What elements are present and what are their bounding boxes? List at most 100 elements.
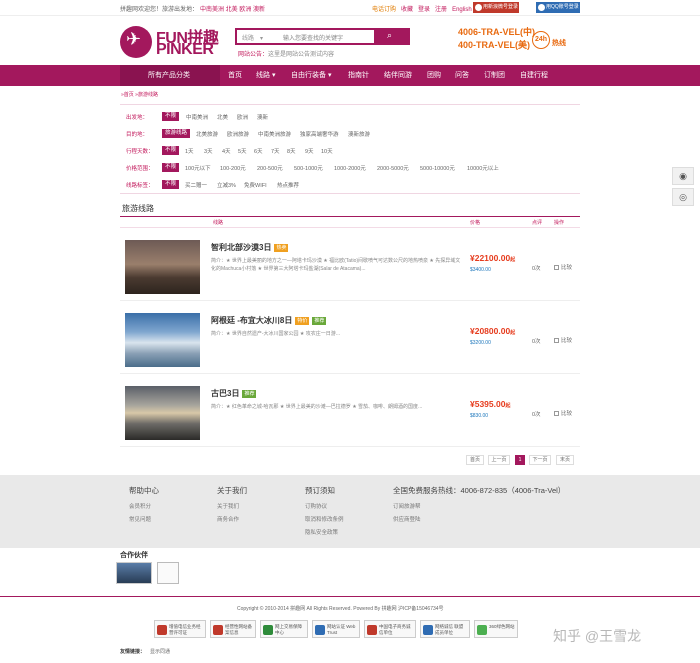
filter-option[interactable]: 5000-10000元 [420,164,455,172]
filter-option[interactable]: 100元以下 [185,164,211,172]
badge-icon [213,625,223,635]
pager-prev[interactable]: 上一页 [488,455,510,465]
record-badge[interactable]: 经营性网站备案信息 [210,620,256,638]
pager-first[interactable]: 首页 [466,455,484,465]
compare-checkbox[interactable]: 比较 [554,263,572,271]
qq-login-button[interactable]: 用QQ账号登录 [536,2,580,13]
filter-option[interactable]: 中南美洲 [186,113,208,121]
search-category-select[interactable]: 线路 [242,33,263,42]
filter-option[interactable]: 北美旅游 [196,130,218,138]
login-link[interactable]: 登录 [418,7,430,13]
wechat-share-icon[interactable]: ◉ [672,167,694,185]
filter-option[interactable]: 2000-5000元 [377,164,409,172]
weibo-login-button[interactable]: 用新浪微号登录 [473,2,519,13]
trip-title[interactable]: 智利北部沙漠3日 热卖 [211,242,289,253]
filter-option[interactable]: 北美 [217,113,228,121]
integrity-badge[interactable]: 网络诚信 联盟成员单位 [420,620,470,638]
pager-current[interactable]: 1 [515,455,525,465]
filter-option[interactable]: 7天 [271,147,280,155]
partner-logo[interactable] [157,562,179,584]
filter-selected[interactable]: 旅游线路 [162,129,191,138]
footer-link[interactable]: 常见问题 [129,514,159,527]
filter-option[interactable]: 1000-2000元 [334,164,366,172]
filter-option[interactable]: 500-1000元 [294,164,323,172]
filter-option[interactable]: 1天 [185,147,194,155]
nav-companion[interactable]: 结伴同游 [384,65,412,86]
nav-compass[interactable]: 指南针 [348,65,369,86]
ecommerce-badge[interactable]: 中国电子商务诚信单位 [364,620,416,638]
badge-label: 网站认证 Web Trust [327,624,356,635]
license-badge[interactable]: 增值电信业务经营许可证 [154,620,206,638]
pager-next[interactable]: 下一页 [529,455,551,465]
compare-checkbox[interactable]: 比较 [554,336,572,344]
filter-selected[interactable]: 不限 [162,163,180,172]
filter-option[interactable]: 中南美洲旅游 [258,130,291,138]
weibo-share-icon[interactable]: ◎ [672,188,694,206]
badge-icon [367,625,377,635]
filter-option[interactable]: 200-500元 [257,164,283,172]
trip-photo[interactable] [125,386,200,440]
green-site-badge[interactable]: 360绿色网站 [474,620,518,638]
trip-name: 古巴3日 [211,389,240,398]
filter-selected[interactable]: 不限 [162,112,180,121]
filter-option[interactable]: 10000元以上 [467,164,499,172]
phone-order-link[interactable]: 电话订购 [372,7,396,13]
partner-logo[interactable] [116,562,152,584]
nav-self-itinerary[interactable]: 自建行程 [520,65,548,86]
filter-option[interactable]: 欧洲 [237,113,248,121]
filter-option[interactable]: 9天 [305,147,314,155]
footer-link[interactable]: 隐私安全政策 [305,527,344,540]
breadcrumb[interactable]: »首页 »旅游线路 [121,91,158,98]
trip-photo[interactable] [125,313,200,367]
trip-photo[interactable] [125,240,200,294]
filter-option[interactable]: 4天 [222,147,231,155]
filter-option[interactable]: 10天 [321,147,333,155]
compare-checkbox[interactable]: 比较 [554,409,572,417]
filter-option[interactable]: 热点推荐 [277,181,299,189]
filter-option[interactable]: 5天 [238,147,247,155]
filter-option[interactable]: 100-200元 [220,164,246,172]
footer-link[interactable]: 取消和修改条例 [305,514,344,527]
footer-link[interactable]: 商务合作 [217,514,247,527]
filter-option[interactable]: 免费WIFI [244,181,267,189]
webtrust-badge[interactable]: 网站认证 Web Trust [312,620,360,638]
footer-link[interactable]: 订购协议 [305,501,344,514]
filter-option[interactable]: 立减3% [217,181,236,189]
search-button[interactable]: ⌕ [374,28,410,45]
trip-price: ¥5395.00起 [470,399,510,409]
filter-option[interactable]: 买二赠一 [185,181,207,189]
filter-option[interactable]: 8天 [287,147,296,155]
filter-option[interactable]: 欧洲旅游 [227,130,249,138]
nav-routes[interactable]: 线路 ▾ [256,65,275,86]
search-input[interactable]: 输入您要查找的关键字 [283,33,343,42]
register-link[interactable]: 注册 [435,7,447,13]
nav-custom-tour[interactable]: 订制团 [484,65,505,86]
english-link[interactable]: English [452,7,472,13]
nav-home[interactable]: 首页 [228,65,242,86]
filter-option[interactable]: 澳新旅游 [348,130,370,138]
footer-link[interactable]: 供应商登陆 [393,514,565,527]
footer-link[interactable]: 订阅旅游帮 [393,501,565,514]
site-logo[interactable]: FUN拼趣 PINKER [120,22,225,62]
filter-selected[interactable]: 不限 [162,180,180,189]
trade-badge[interactable]: 网上交易保障中心 [260,620,308,638]
friend-link[interactable]: 显示同通 [150,649,170,655]
filter-label: 目的地： [126,132,149,138]
trip-title[interactable]: 古巴3日 推荐 [211,388,257,399]
hot-destinations-links[interactable]: 中南美洲 北美 欧洲 澳新 [200,7,265,13]
nav-qa[interactable]: 问答 [455,65,469,86]
filter-option[interactable]: 3天 [204,147,213,155]
filter-selected[interactable]: 不限 [162,146,180,155]
trip-title[interactable]: 阿根廷 -布宜大冰川8日 特价 推荐 [211,315,327,326]
filter-option[interactable]: 6天 [254,147,263,155]
nav-gear[interactable]: 自由行装备 ▾ [291,65,331,86]
all-categories-menu[interactable]: 所有产品分类 [120,65,220,86]
filter-option[interactable]: 独家高端奢华游 [300,130,339,138]
pager-last[interactable]: 末页 [556,455,574,465]
filter-option[interactable]: 澳新 [257,113,268,121]
bookmark-link[interactable]: 收藏 [401,7,413,13]
nav-group-buy[interactable]: 团购 [427,65,441,86]
notice-text[interactable]: 这里是网站公告测试内容 [268,52,334,58]
footer-link[interactable]: 关于我们 [217,501,247,514]
footer-link[interactable]: 会员积分 [129,501,159,514]
